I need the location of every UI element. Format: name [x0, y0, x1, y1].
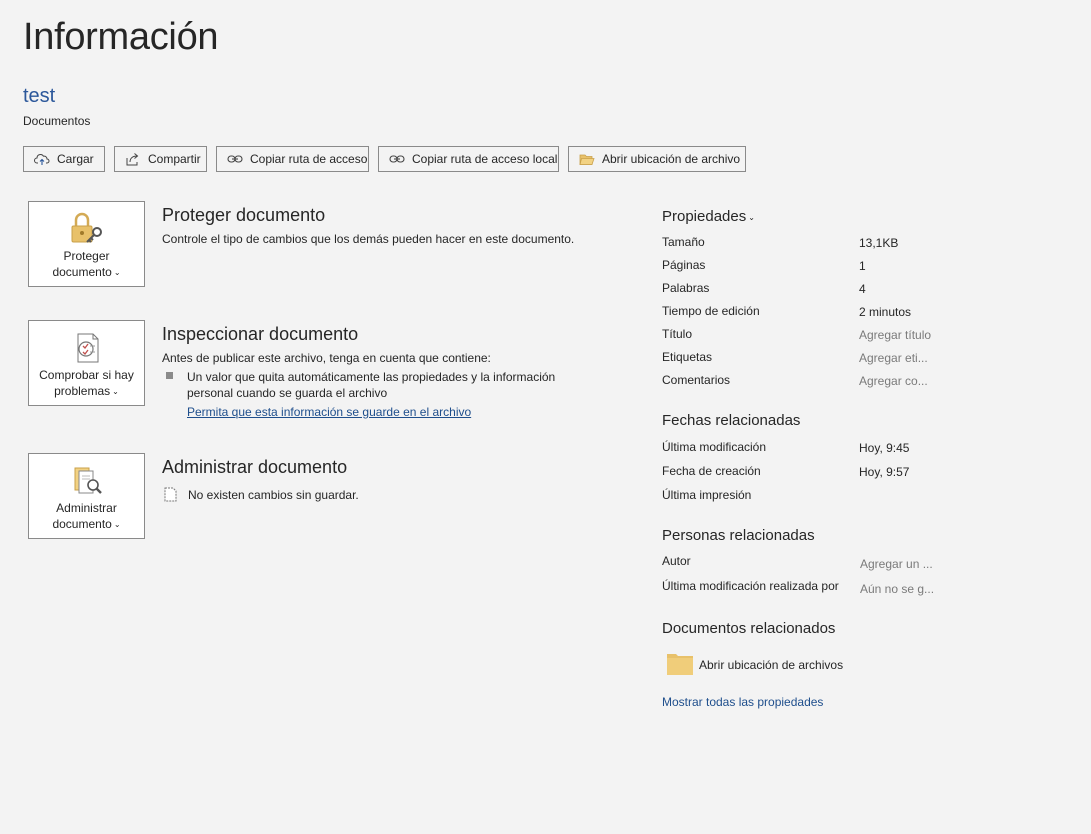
created-label: Fecha de creación	[662, 464, 761, 478]
last-printed-label: Última impresión	[662, 488, 752, 502]
upload-button[interactable]: Cargar	[23, 146, 105, 172]
last-modified-value: Hoy, 9:45	[859, 441, 910, 455]
check-issues-button[interactable]: Comprobar si hay problemas ⌄	[28, 320, 145, 406]
manage-document-button[interactable]: Administrar documento ⌄	[28, 453, 145, 539]
copy-path-button[interactable]: Copiar ruta de acceso	[216, 146, 369, 172]
lock-key-icon	[71, 212, 102, 243]
cloud-upload-icon	[34, 154, 50, 165]
page-title: Información	[23, 16, 219, 58]
comments-field[interactable]: Agregar co...	[859, 374, 928, 388]
chevron-down-icon: ⌄	[113, 268, 121, 277]
manage-document-icon	[74, 467, 102, 494]
last-modified-label: Última modificación	[662, 440, 767, 454]
inspect-document-description: Antes de publicar este archivo, tenga en…	[162, 351, 491, 365]
manage-document-status: No existen cambios sin guardar.	[188, 488, 359, 502]
inspect-document-title: Inspeccionar documento	[162, 324, 359, 344]
last-modified-by-value: Aún no se g...	[860, 582, 935, 596]
document-name: test	[23, 85, 56, 107]
manage-document-title: Administrar documento	[162, 457, 348, 477]
title-field[interactable]: Agregar título	[859, 328, 931, 342]
inspect-item-text: Un valor que quita automáticamente las p…	[187, 370, 556, 400]
upload-label: Cargar	[57, 152, 94, 166]
open-file-location-button[interactable]: Abrir ubicación de archivo	[568, 146, 746, 172]
comments-label: Comentarios	[662, 373, 731, 387]
protect-document-label: Proteger documento ⌄	[52, 249, 121, 279]
author-label: Autor	[662, 554, 691, 568]
share-button[interactable]: Compartir	[114, 146, 207, 172]
tags-label: Etiquetas	[662, 350, 713, 364]
title-label: Título	[662, 327, 693, 341]
open-files-location-link[interactable]: Abrir ubicación de archivos	[699, 658, 843, 672]
last-modified-by-label: Última modificación realizada por	[662, 579, 839, 593]
pages-value: 1	[859, 259, 866, 273]
chevron-down-icon: ⌄	[113, 520, 121, 529]
author-field[interactable]: Agregar un ...	[860, 557, 933, 571]
tags-field[interactable]: Agregar eti...	[859, 351, 928, 365]
words-value: 4	[859, 282, 866, 296]
document-icon	[164, 487, 177, 502]
manage-document-label: Administrar documento ⌄	[52, 501, 121, 531]
related-people-heading: Personas relacionadas	[662, 527, 815, 544]
folder-open-icon	[579, 154, 595, 165]
related-documents-heading: Documentos relacionados	[662, 620, 836, 637]
related-dates-heading: Fechas relacionadas	[662, 412, 801, 429]
created-value: Hoy, 9:57	[859, 465, 910, 479]
edit-time-label: Tiempo de edición	[662, 304, 760, 318]
checklist-inspect-icon	[77, 333, 98, 363]
protect-document-title: Proteger documento	[162, 205, 326, 225]
copy-local-path-label: Copiar ruta de acceso local	[412, 152, 558, 166]
open-file-location-label: Abrir ubicación de archivo	[602, 152, 741, 166]
document-location: Documentos	[23, 114, 91, 128]
protect-document-button[interactable]: Proteger documento ⌄	[28, 201, 145, 287]
folder-icon[interactable]	[666, 652, 694, 676]
protect-document-description: Controle el tipo de cambios que los demá…	[162, 232, 575, 246]
edit-time-value: 2 minutos	[859, 305, 912, 319]
check-issues-label: Comprobar si hay problemas ⌄	[39, 368, 134, 398]
size-label: Tamaño	[662, 235, 705, 249]
copy-path-label: Copiar ruta de acceso	[250, 152, 368, 166]
chevron-down-icon: ⌄	[748, 213, 755, 222]
size-value: 13,1KB	[859, 236, 899, 250]
chevron-down-icon: ⌄	[112, 387, 119, 396]
properties-dropdown[interactable]: Propiedades ⌄	[662, 208, 755, 225]
pages-label: Páginas	[662, 258, 706, 272]
allow-save-info-link[interactable]: Permita que esta información se guarde e…	[187, 405, 471, 419]
link-icon	[389, 155, 405, 163]
bullet-icon	[166, 372, 173, 379]
copy-local-path-button[interactable]: Copiar ruta de acceso local	[378, 146, 559, 172]
link-icon	[227, 155, 243, 163]
show-all-properties-link[interactable]: Mostrar todas las propiedades	[662, 695, 823, 709]
share-icon	[126, 153, 139, 166]
share-label: Compartir	[148, 152, 201, 166]
words-label: Palabras	[662, 281, 710, 295]
